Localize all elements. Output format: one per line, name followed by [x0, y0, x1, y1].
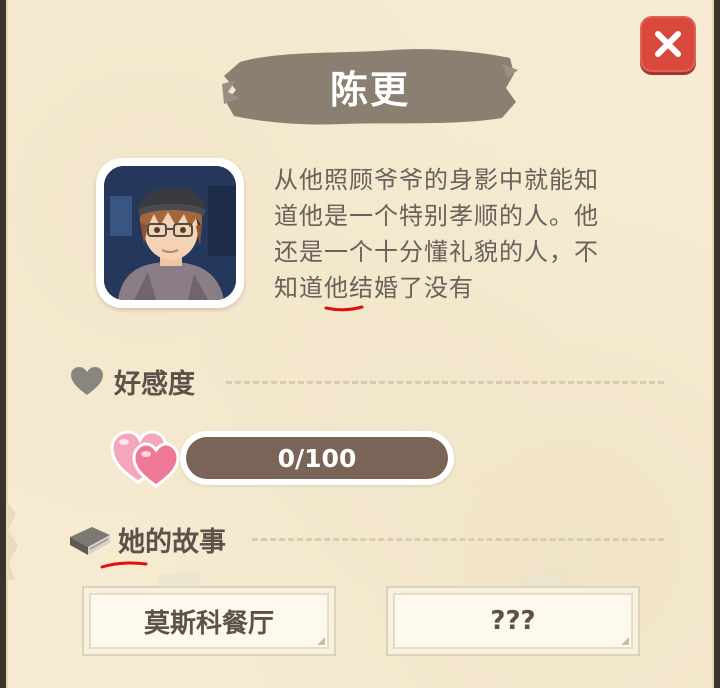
- story-label: 她的故事: [118, 527, 226, 558]
- character-bio: 从他照顾爷爷的身影中就能知 道他是一个特别孝顺的人。他 还是一个十分懂礼貌的人，…: [274, 162, 674, 306]
- affection-value: 0/100: [277, 443, 357, 473]
- story-header: 她的故事: [68, 520, 226, 559]
- bio-line: 知道他结婚了没有: [274, 274, 474, 302]
- bio-line: 从他照顾爷爷的身影中就能知: [274, 166, 599, 194]
- red-underline-mark: [324, 305, 364, 312]
- close-button[interactable]: [640, 16, 696, 72]
- story-button-moscow-restaurant[interactable]: 莫斯科餐厅: [82, 586, 336, 656]
- heart-icon: [71, 366, 103, 395]
- affection-progress-bar: 0/100: [180, 431, 454, 485]
- affection-label: 好感度: [114, 369, 195, 400]
- title-banner: 陈更: [222, 44, 518, 128]
- red-underline-mark: [100, 561, 148, 569]
- affection-header: 好感度: [70, 362, 195, 401]
- right-frame-edge: [714, 0, 720, 688]
- bio-line: 道他是一个特别孝顺的人。他: [274, 202, 599, 230]
- paper-tear-left: [6, 500, 18, 580]
- story-divider: [252, 538, 664, 541]
- corner-fold: [317, 637, 325, 645]
- character-name: 陈更: [329, 67, 410, 112]
- character-avatar: [96, 158, 244, 308]
- corner-fold: [621, 637, 629, 645]
- story-button-label: ???: [490, 606, 536, 636]
- close-icon: [655, 31, 681, 57]
- avatar-portrait: [104, 166, 236, 300]
- book-icon: [70, 526, 110, 555]
- portrait-illustration: [104, 166, 236, 300]
- story-button-label: 莫斯科餐厅: [143, 608, 274, 639]
- story-button-locked[interactable]: ???: [386, 586, 640, 656]
- bio-line: 还是一个十分懂礼貌的人，不: [274, 238, 599, 266]
- affection-divider: [226, 381, 664, 384]
- hearts-icon: [108, 426, 186, 488]
